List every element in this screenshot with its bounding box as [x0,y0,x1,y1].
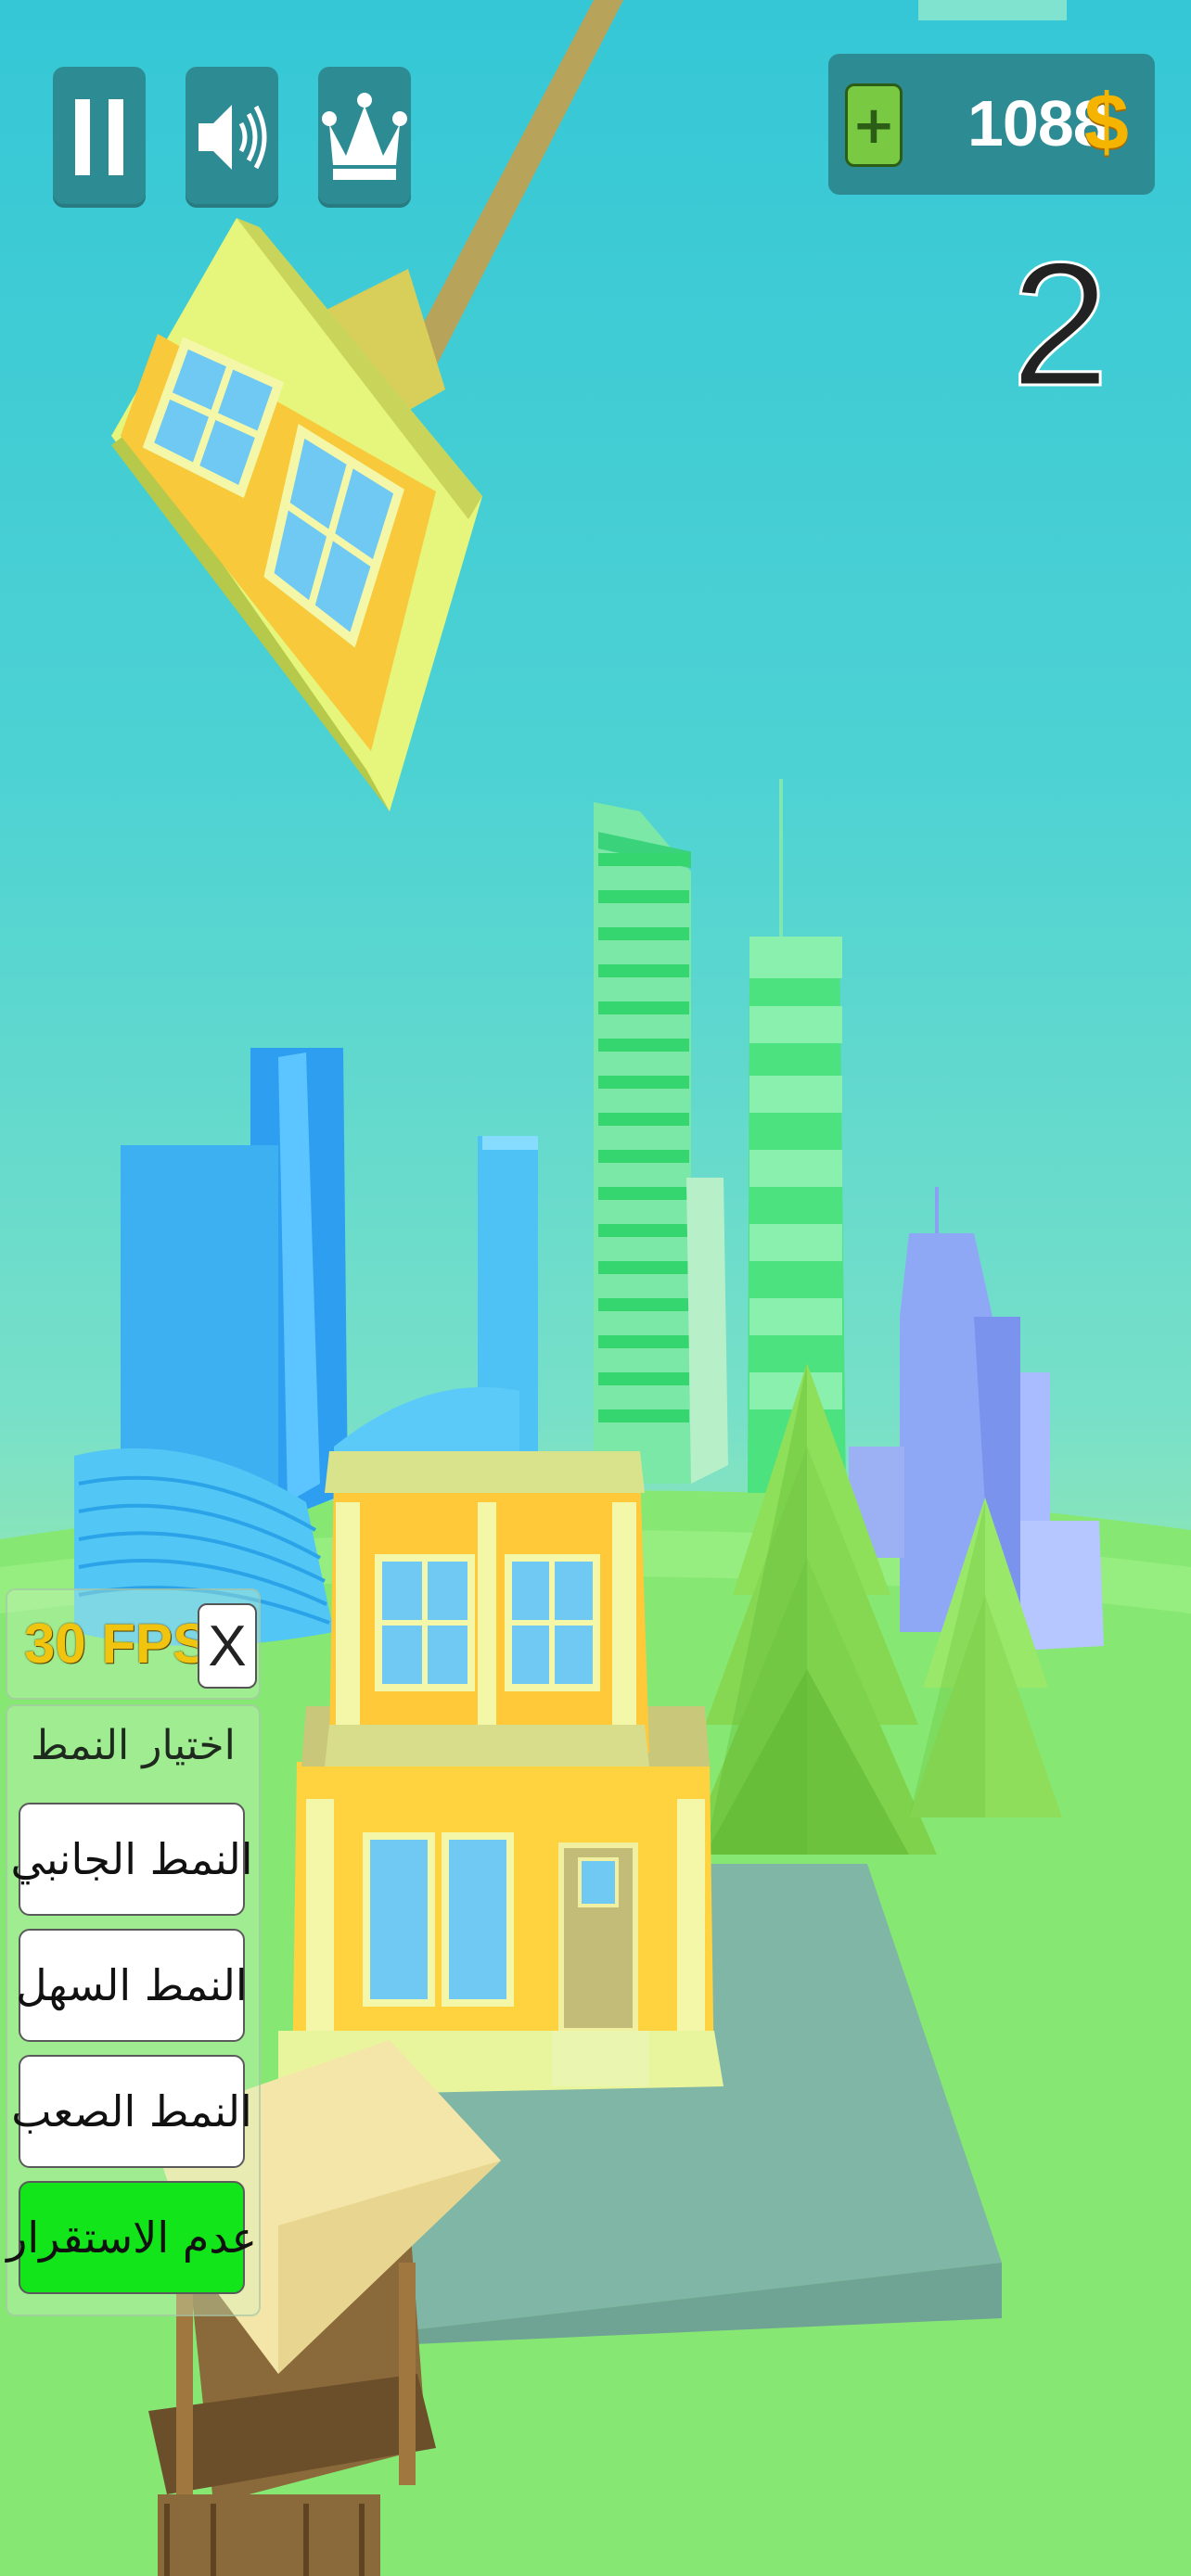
fps-close-button[interactable]: X [198,1603,257,1689]
score-counter: 2 [1010,226,1111,423]
coin-panel: + 1088 $ [828,54,1155,195]
mode-unstable-button[interactable]: عدم الاستقرار [6,2181,257,2294]
game-stage[interactable]: + 1088 $ 2 30 FPS X اختيار النمط النمط ا… [0,0,1191,2576]
fps-label: 30 FPS [24,1613,211,1675]
add-coins-button[interactable]: + [845,83,903,167]
pause-icon [75,99,123,175]
dollar-icon: $ [1084,78,1129,167]
top-block-edge [918,0,1067,20]
speaker-icon [198,105,267,170]
crown-icon [322,93,407,180]
mode-easy-button[interactable]: النمط السهل [16,1929,248,2042]
mode-select-panel: اختيار النمط النمط الجانبي النمط السهل ا… [6,1704,261,2316]
leaderboard-button[interactable] [318,67,411,208]
mode-side-button[interactable]: النمط الجانبي [10,1803,253,1916]
mode-hard-button[interactable]: النمط الصعب [11,2055,252,2168]
sound-button[interactable] [186,67,278,208]
pause-button[interactable] [53,67,146,208]
fps-box: 30 FPS X [6,1588,261,1700]
mode-panel-title: اختيار النمط [31,1722,236,1769]
